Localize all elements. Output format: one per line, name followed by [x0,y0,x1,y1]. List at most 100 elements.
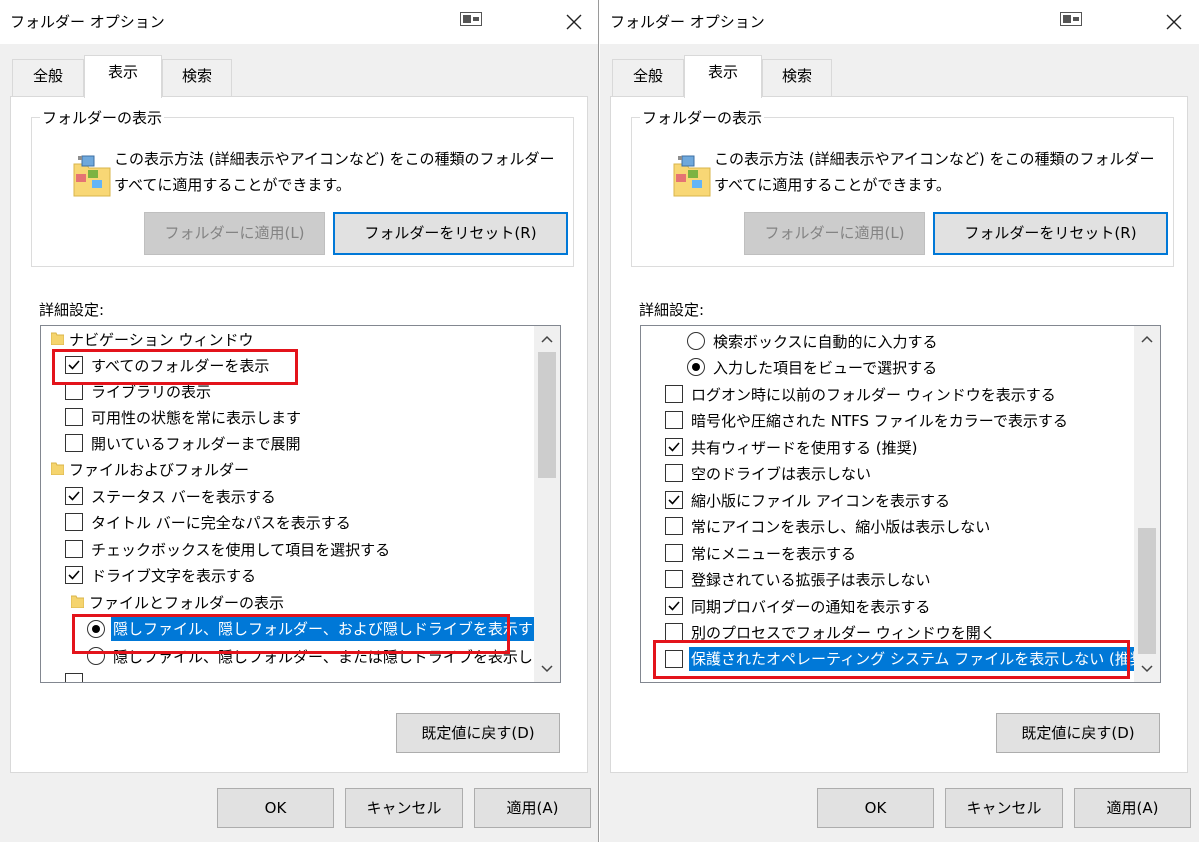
checkbox-icon[interactable] [65,408,83,426]
highlight-box [72,614,510,654]
advanced-settings-label: 詳細設定: [639,301,705,319]
advanced-settings-list[interactable]: 検索ボックスに自動的に入力する 入力した項目をビューで選択する ログオン時に以前… [640,325,1161,683]
checkbox-icon[interactable] [665,623,683,641]
list-item-label: 暗号化や圧縮された NTFS ファイルをカラーで表示する [691,412,1068,430]
folder-views-description: この表示方法 (詳細表示やアイコンなど) をこの種類のフォルダーすべてに適用する… [714,150,1155,194]
cancel-button[interactable]: キャンセル [345,788,463,828]
tab-strip: 全般 表示 検索 [612,55,852,98]
list-item-label: ファイルおよびフォルダー [69,461,250,479]
list-item-label: 検索ボックスに自動的に入力する [713,333,938,351]
highlight-box [52,349,298,385]
title-bar: フォルダー オプション [0,0,598,44]
folder-views-group: フォルダーの表示 この表示方法 (詳細表示やアイコンなど) をこの種類のフォルダ… [631,107,1174,267]
ok-button[interactable]: OK [817,788,934,828]
checkbox-icon[interactable] [65,540,83,558]
title-bar: フォルダー オプション [600,0,1199,44]
restore-defaults-label: 既定値に戻す(D) [1021,724,1135,742]
checkbox-icon[interactable] [65,434,83,452]
help-icon[interactable] [460,11,482,26]
folder-views-label: フォルダーの表示 [640,107,765,128]
checkbox-icon[interactable] [665,385,683,403]
restore-defaults-button[interactable]: 既定値に戻す(D) [396,713,560,753]
list-item-label: 同期プロバイダーの通知を表示する [691,598,931,616]
checkbox-icon[interactable] [65,566,83,584]
help-icon[interactable] [1060,11,1082,26]
cancel-button[interactable]: キャンセル [945,788,1063,828]
apply-button[interactable]: 適用(A) [1074,788,1191,828]
list-item-label: 開いているフォルダーまで展開 [91,435,301,453]
checkbox-icon[interactable] [665,491,683,509]
reset-folders-label: フォルダーをリセット(R) [364,224,537,242]
list-item-label: 常にアイコンを表示し、縮小版は表示しない [691,518,991,536]
checkbox-icon[interactable] [65,673,83,682]
checkbox-icon[interactable] [65,487,83,505]
chevron-up-icon[interactable] [534,328,560,352]
radio-icon[interactable] [687,332,705,350]
tab-view[interactable]: 表示 [84,55,162,98]
folder-views-icon [672,152,712,198]
close-icon[interactable] [1162,10,1186,34]
tab-general[interactable]: 全般 [612,59,684,98]
tab-strip: 全般 表示 検索 [12,55,252,98]
scroll-thumb[interactable] [538,352,556,478]
checkbox-icon[interactable] [665,464,683,482]
window-title: フォルダー オプション [610,13,765,31]
list-rows: 検索ボックスに自動的に入力する 入力した項目をビューで選択する ログオン時に以前… [641,326,1134,682]
list-item-label: チェックボックスを使用して項目を選択する [91,541,391,559]
ok-label: OK [864,799,887,817]
list-item-label: ナビゲーション ウィンドウ [69,331,254,349]
checkbox-icon[interactable] [665,544,683,562]
apply-label: 適用(A) [506,799,559,817]
radio-icon[interactable] [687,358,705,376]
list-item-label: 共有ウィザードを使用する (推奨) [691,439,918,457]
restore-defaults-button[interactable]: 既定値に戻す(D) [996,713,1160,753]
ok-button[interactable]: OK [217,788,334,828]
list-item-label: 縮小版にファイル アイコンを表示する [691,492,951,510]
apply-to-folders-label: フォルダーに適用(L) [164,224,305,242]
list-item-label: ステータス バーを表示する [91,488,276,506]
list-item-label: 空のドライブは表示しない [691,465,872,483]
advanced-settings-label: 詳細設定: [39,301,105,319]
apply-label: 適用(A) [1106,799,1159,817]
folder-views-group: フォルダーの表示 この表示方法 (詳細表示やアイコンなど) をこの種類のフォルダ… [31,107,574,267]
list-item-label: 可用性の状態を常に表示します [91,409,302,427]
list-item-label: タイトル バーに完全なパスを表示する [91,514,351,532]
folder-options-dialog-left: フォルダー オプション 全般 表示 検索 フォルダーの表示 この表示方法 (詳細… [0,0,599,842]
tab-search[interactable]: 検索 [762,59,832,98]
folder-views-label: フォルダーの表示 [40,107,165,128]
view-tab-panel: フォルダーの表示 この表示方法 (詳細表示やアイコンなど) をこの種類のフォルダ… [10,96,588,773]
checkbox-icon[interactable] [665,438,683,456]
reset-folders-button[interactable]: フォルダーをリセット(R) [333,212,568,255]
close-icon[interactable] [562,10,586,34]
apply-button[interactable]: 適用(A) [474,788,591,828]
checkbox-icon[interactable] [65,513,83,531]
chevron-up-icon[interactable] [1134,328,1160,352]
tab-general[interactable]: 全般 [12,59,84,98]
list-item-label: 登録されている拡張子は表示しない [691,571,931,589]
window-title: フォルダー オプション [10,13,165,31]
apply-to-folders-button[interactable]: フォルダーに適用(L) [744,212,925,255]
list-scrollbar[interactable] [534,326,560,682]
folder-icon [70,594,85,609]
folder-views-icon [72,152,112,198]
reset-folders-label: フォルダーをリセット(R) [964,224,1137,242]
tab-view[interactable]: 表示 [684,55,762,98]
chevron-down-icon[interactable] [1134,656,1160,680]
folder-views-description: この表示方法 (詳細表示やアイコンなど) をこの種類のフォルダーすべてに適用する… [114,150,555,194]
checkbox-icon[interactable] [665,517,683,535]
scroll-thumb[interactable] [1138,528,1156,654]
highlight-box [653,640,1130,679]
list-item-label: 入力した項目をビューで選択する [713,359,938,377]
chevron-down-icon[interactable] [534,656,560,680]
checkbox-icon[interactable] [665,411,683,429]
list-scrollbar[interactable] [1134,326,1160,682]
checkbox-icon[interactable] [665,570,683,588]
reset-folders-button[interactable]: フォルダーをリセット(R) [933,212,1168,255]
checkbox-icon[interactable] [665,597,683,615]
cancel-label: キャンセル [366,799,442,817]
tab-search[interactable]: 検索 [162,59,232,98]
apply-to-folders-button[interactable]: フォルダーに適用(L) [144,212,325,255]
restore-defaults-label: 既定値に戻す(D) [421,724,535,742]
list-item-label: ドライブ文字を表示する [91,567,257,585]
apply-to-folders-label: フォルダーに適用(L) [764,224,905,242]
